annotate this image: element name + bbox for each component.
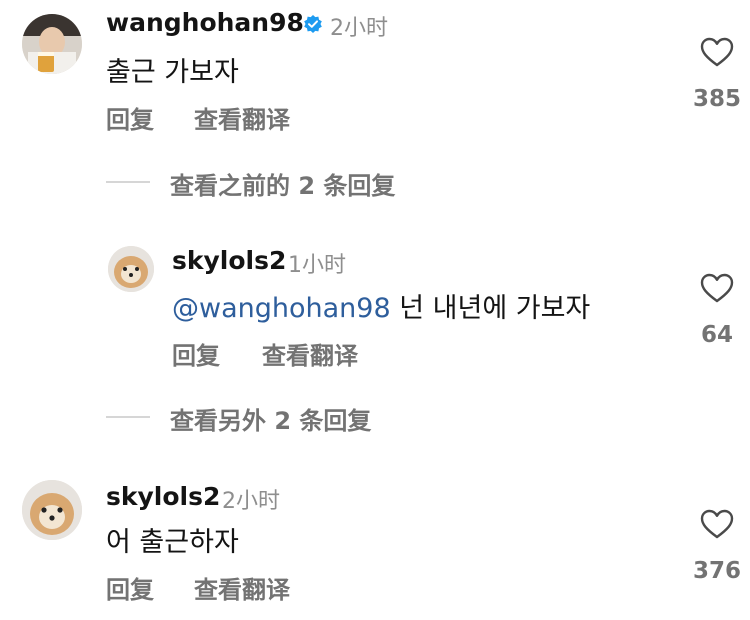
reply-button[interactable]: 回复 <box>172 336 220 371</box>
like-count: 376 <box>692 558 741 584</box>
like-count: 64 <box>700 322 733 348</box>
comment-time: 1小时 <box>288 253 346 278</box>
reply-button[interactable]: 回复 <box>106 570 154 605</box>
mention-link[interactable]: @wanghohan98 <box>172 293 391 324</box>
translate-button[interactable]: 查看翻译 <box>194 100 290 135</box>
avatar[interactable] <box>22 480 82 540</box>
comment-text-body: 넌 내년에 가보자 <box>390 293 591 324</box>
verified-badge-icon <box>304 15 322 33</box>
divider-line <box>106 416 150 418</box>
avatar[interactable] <box>22 14 82 74</box>
heart-icon[interactable] <box>700 508 734 540</box>
view-more-replies-button[interactable]: 查看另外 2 条回复 <box>170 401 371 436</box>
avatar[interactable] <box>108 246 154 292</box>
comment-username[interactable]: wanghohan98 <box>106 8 304 37</box>
like-count: 385 <box>692 86 741 112</box>
view-previous-replies-button[interactable]: 查看之前的 2 条回复 <box>170 166 395 201</box>
translate-button[interactable]: 查看翻译 <box>262 336 358 371</box>
comment-text: 어 출근하자 <box>106 527 239 558</box>
heart-icon[interactable] <box>700 36 734 68</box>
reply-button[interactable]: 回复 <box>106 100 154 135</box>
divider-line <box>106 181 150 183</box>
comment-text: 출근 가보자 <box>106 57 239 88</box>
heart-icon[interactable] <box>700 272 734 304</box>
translate-button[interactable]: 查看翻译 <box>194 570 290 605</box>
comment-username[interactable]: skylols2 <box>172 246 286 275</box>
comment-time: 2小时 <box>222 489 280 514</box>
comment-text: @wanghohan98 넌 내년에 가보자 <box>172 286 590 325</box>
comment-time: 2小时 <box>330 16 388 41</box>
comment-username[interactable]: skylols2 <box>106 482 220 511</box>
